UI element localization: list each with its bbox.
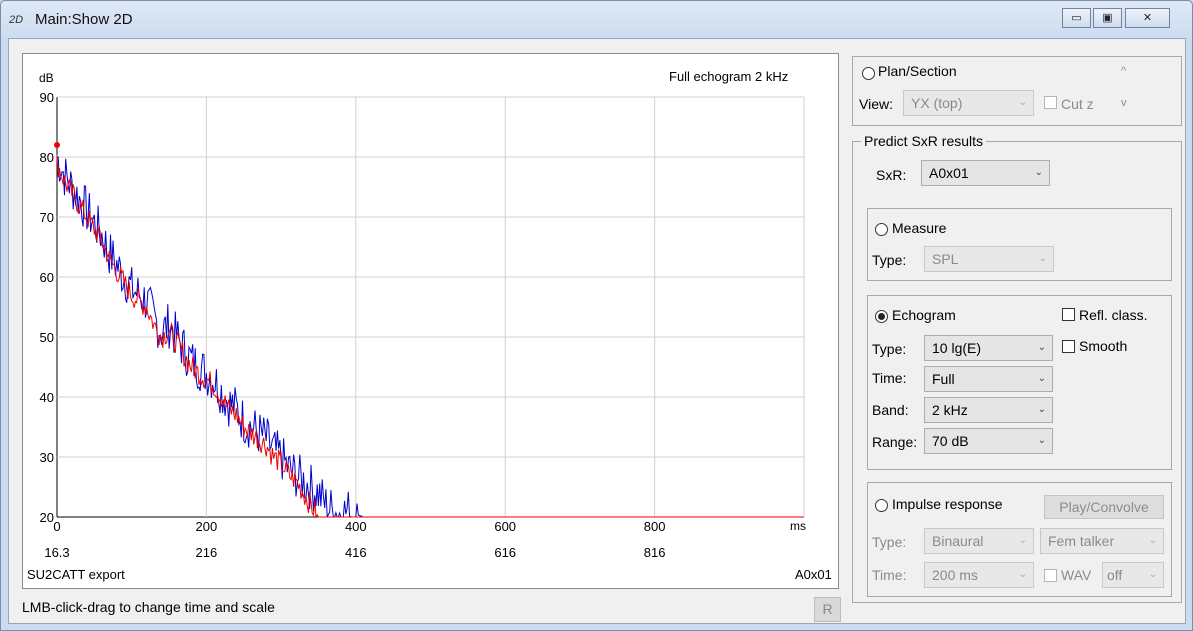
talker-select[interactable]: Fem talker ⌄ bbox=[1040, 528, 1164, 554]
echogram-type-select[interactable]: 10 lg(E) ⌄ bbox=[924, 335, 1053, 361]
cut-z-label: Cut z bbox=[1061, 96, 1094, 112]
scroll-up-icon[interactable]: ^ bbox=[1121, 65, 1126, 77]
r-button[interactable]: R bbox=[814, 597, 841, 622]
wav-label: WAV bbox=[1061, 567, 1092, 583]
peak-marker bbox=[54, 142, 60, 148]
x-tick-label: 400 bbox=[345, 519, 367, 534]
wav-checkbox[interactable] bbox=[1044, 569, 1057, 582]
measure-group: Measure Type: SPL ⌄ bbox=[867, 208, 1172, 281]
chevron-down-icon: ⌄ bbox=[1148, 535, 1157, 546]
chart-series bbox=[54, 142, 804, 519]
chart-grid bbox=[56, 96, 805, 518]
lower-axis-label: 816 bbox=[644, 545, 666, 560]
x-tick-label: 800 bbox=[644, 519, 666, 534]
echogram-chart[interactable]: 20 30 40 50 60 70 80 90 0 200 400 600 800 Full echog… bbox=[23, 54, 838, 588]
echogram-band-label: Band: bbox=[872, 402, 909, 418]
impulse-radio[interactable] bbox=[875, 499, 888, 512]
measure-type-label: Type: bbox=[872, 252, 907, 268]
y-tick-label: 30 bbox=[40, 450, 54, 465]
minimize-button[interactable]: ▭ bbox=[1062, 8, 1091, 28]
chart-title: Full echogram 2 kHz bbox=[669, 69, 788, 84]
status-bar: LMB-click-drag to change time and scale … bbox=[9, 597, 847, 625]
y-tick-label: 70 bbox=[40, 210, 54, 225]
refl-class-checkbox[interactable] bbox=[1062, 308, 1075, 321]
y-axis-unit: dB bbox=[39, 71, 54, 85]
plan-section-label: Plan/Section bbox=[878, 63, 957, 79]
predict-group: Predict SxR results SxR: A0x01 ⌄ Measure … bbox=[852, 133, 1182, 603]
window-title: Main:Show 2D bbox=[35, 11, 133, 28]
maximize-button[interactable]: ▣ bbox=[1093, 8, 1122, 28]
chevron-down-icon: ⌄ bbox=[1037, 373, 1046, 384]
x-tick-label: 0 bbox=[53, 519, 60, 534]
chevron-down-icon: ⌄ bbox=[1018, 569, 1027, 580]
chevron-down-icon: ⌄ bbox=[1037, 342, 1046, 353]
plan-section-radio[interactable] bbox=[862, 67, 875, 80]
sxr-label: SxR: bbox=[876, 167, 907, 183]
chevron-down-icon: ⌄ bbox=[1018, 535, 1027, 546]
impulse-type-label: Type: bbox=[872, 534, 907, 550]
echogram-label: Echogram bbox=[892, 307, 956, 323]
y-tick-label: 60 bbox=[40, 270, 54, 285]
x-axis-unit: ms bbox=[790, 519, 806, 533]
chevron-down-icon: ⌄ bbox=[1034, 167, 1043, 178]
maximize-icon: ▣ bbox=[1102, 12, 1113, 24]
predict-title: Predict SxR results bbox=[861, 133, 987, 149]
minimize-icon: ▭ bbox=[1071, 12, 1082, 24]
y-tick-label: 20 bbox=[40, 510, 54, 525]
smooth-label: Smooth bbox=[1079, 338, 1128, 354]
chevron-down-icon: ⌄ bbox=[1148, 569, 1157, 580]
refl-class-label: Refl. class. bbox=[1079, 307, 1148, 323]
status-hint: LMB-click-drag to change time and scale bbox=[22, 599, 275, 615]
lower-axis-label: 16.3 bbox=[44, 545, 69, 560]
impulse-group: Impulse response Play/Convolve Type: Bin… bbox=[867, 482, 1172, 597]
app-2d-icon: 2D bbox=[9, 14, 24, 26]
play-convolve-button[interactable]: Play/Convolve bbox=[1044, 495, 1164, 519]
echogram-group: Echogram Refl. class. Smooth Type: 10 lg… bbox=[867, 295, 1172, 470]
measure-radio[interactable] bbox=[875, 223, 888, 236]
receiver-label: A0x01 bbox=[795, 567, 832, 582]
impulse-time-select[interactable]: 200 ms ⌄ bbox=[924, 562, 1034, 588]
echogram-band-select[interactable]: 2 kHz ⌄ bbox=[924, 397, 1053, 423]
lower-axis-label: 216 bbox=[196, 545, 218, 560]
cut-z-checkbox[interactable] bbox=[1044, 96, 1057, 109]
impulse-time-label: Time: bbox=[872, 567, 907, 583]
lower-axis-label: 416 bbox=[345, 545, 367, 560]
y-tick-label: 90 bbox=[40, 90, 54, 105]
echogram-time-label: Time: bbox=[872, 370, 907, 386]
echogram-type-label: Type: bbox=[872, 341, 907, 357]
title-bar[interactable]: 2D Main:Show 2D ▭ ▣ ✕ bbox=[1, 1, 1192, 37]
x-tick-label: 600 bbox=[494, 519, 516, 534]
echogram-range-select[interactable]: 70 dB ⌄ bbox=[924, 428, 1053, 454]
y-tick-label: 50 bbox=[40, 330, 54, 345]
chevron-down-icon: ⌄ bbox=[1038, 253, 1047, 264]
sxr-select[interactable]: A0x01 ⌄ bbox=[921, 160, 1050, 186]
echogram-plot[interactable]: 20 30 40 50 60 70 80 90 0 200 400 600 800 Full echog… bbox=[22, 53, 839, 589]
view-label: View: bbox=[859, 96, 893, 112]
window: 2D Main:Show 2D ▭ ▣ ✕ 20 30 40 50 60 70 80 90 0 2… bbox=[0, 0, 1193, 631]
echogram-radio[interactable] bbox=[875, 310, 888, 323]
measure-label: Measure bbox=[892, 220, 947, 236]
chevron-down-icon: ⌄ bbox=[1037, 404, 1046, 415]
impulse-type-select[interactable]: Binaural ⌄ bbox=[924, 528, 1034, 554]
client-area: 20 30 40 50 60 70 80 90 0 200 400 600 800 Full echog… bbox=[8, 38, 1186, 624]
close-icon: ✕ bbox=[1142, 12, 1153, 24]
chevron-down-icon: ⌄ bbox=[1018, 97, 1027, 108]
scroll-down-icon[interactable]: v bbox=[1121, 97, 1127, 109]
y-tick-label: 40 bbox=[40, 390, 54, 405]
chevron-down-icon: ⌄ bbox=[1037, 435, 1046, 446]
echogram-time-select[interactable]: Full ⌄ bbox=[924, 366, 1053, 392]
lower-time-axis: 16.3 216 416 616 816 bbox=[44, 545, 665, 560]
close-button[interactable]: ✕ bbox=[1125, 8, 1170, 28]
x-tick-label: 200 bbox=[196, 519, 218, 534]
y-tick-label: 80 bbox=[40, 150, 54, 165]
source-label: SU2CATT export bbox=[27, 567, 125, 582]
impulse-label: Impulse response bbox=[892, 496, 1003, 512]
lower-axis-label: 616 bbox=[494, 545, 516, 560]
view-select[interactable]: YX (top) ⌄ bbox=[903, 90, 1034, 116]
measure-type-select[interactable]: SPL ⌄ bbox=[924, 246, 1054, 272]
echogram-range-label: Range: bbox=[872, 434, 918, 450]
smooth-checkbox[interactable] bbox=[1062, 340, 1075, 353]
plan-section-group: Plan/Section View: YX (top) ⌄ Cut z ^ v bbox=[852, 56, 1182, 126]
wav-select[interactable]: off ⌄ bbox=[1102, 562, 1164, 588]
